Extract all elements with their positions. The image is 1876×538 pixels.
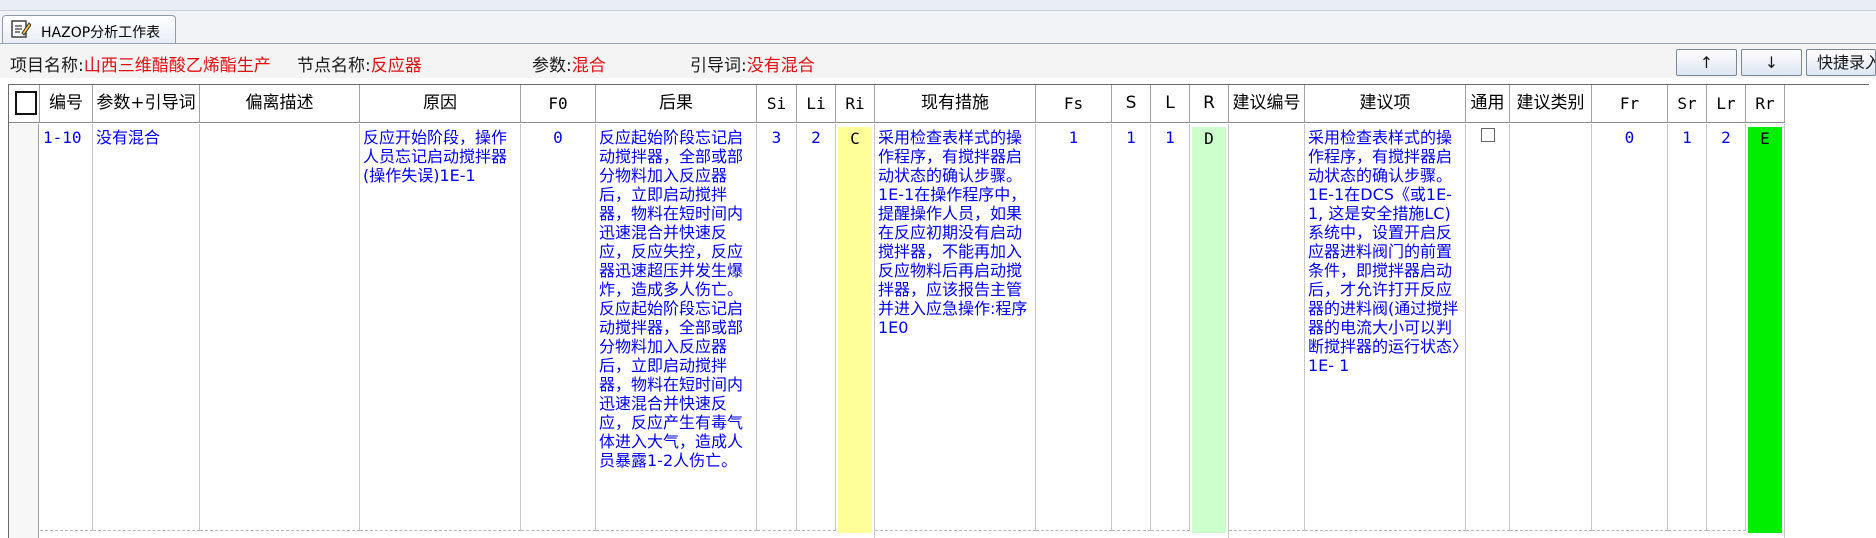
col-header-ri[interactable]: Ri <box>836 85 875 123</box>
move-down-button[interactable]: ↓ <box>1741 49 1802 76</box>
cell-param-guide[interactable]: 没有混合 <box>93 124 200 531</box>
col-header-f0[interactable]: F0 <box>521 85 596 123</box>
cell-deviation[interactable] <box>200 124 360 531</box>
cell-lr[interactable]: 2 <box>1707 124 1746 531</box>
cell-li[interactable]: 2 <box>797 124 836 531</box>
col-header-si[interactable]: Si <box>757 85 797 123</box>
guide-word-label: 引导词: <box>690 56 747 76</box>
common-checkbox[interactable] <box>1481 128 1495 142</box>
parameter-value: 混合 <box>571 56 606 76</box>
cell-id[interactable]: 1-10 <box>40 124 93 531</box>
cell-rec-type[interactable] <box>1510 124 1592 531</box>
cell-fs[interactable]: 1 <box>1036 124 1112 531</box>
cell-sr[interactable]: 1 <box>1668 124 1707 531</box>
col-header-lr[interactable]: Lr <box>1707 85 1746 123</box>
cell-r: D <box>1192 127 1226 533</box>
cell-common[interactable] <box>1466 124 1510 531</box>
project-name-field: 项目名称:山西三维醋酸乙烯酯生产 <box>10 51 282 76</box>
col-header-consequence[interactable]: 后果 <box>596 85 757 123</box>
col-header-common[interactable]: 通用 <box>1466 85 1510 123</box>
cell-rr: E <box>1748 127 1782 533</box>
cell-fr[interactable]: 0 <box>1592 124 1668 531</box>
cell-s[interactable]: 1 <box>1112 124 1151 531</box>
node-info-bar: 项目名称:山西三维醋酸乙烯酯生产 节点名称:反应器 参数:混合 引导词:没有混合… <box>0 44 1876 78</box>
cell-si[interactable]: 3 <box>757 124 797 531</box>
col-header-fs[interactable]: Fs <box>1036 85 1112 123</box>
move-up-button[interactable]: ↑ <box>1676 49 1737 76</box>
col-header-sr[interactable]: Sr <box>1668 85 1707 123</box>
col-header-fr[interactable]: Fr <box>1592 85 1668 123</box>
col-header-rec-type[interactable]: 建议类别 <box>1510 85 1592 123</box>
quick-entry-button[interactable]: 快捷录入 <box>1806 49 1876 76</box>
guide-word-field: 引导词:没有混合 <box>690 51 815 76</box>
cell-measures[interactable]: 采用检查表样式的操作程序，有搅拌器启动状态的确认步骤。1E-1在操作程序中，提醒… <box>875 124 1036 531</box>
col-header-measures[interactable]: 现有措施 <box>875 85 1036 123</box>
cell-recommendation[interactable]: 采用检查表样式的操作程序，有搅拌器启动状态的确认步骤。1E-1在DCS《或1E-… <box>1305 124 1466 531</box>
edit-sheet-icon <box>11 20 31 38</box>
select-all-header[interactable] <box>9 85 40 123</box>
tab-hazop-worksheet[interactable]: HAZOP分析工作表 <box>2 15 176 43</box>
cell-l[interactable]: 1 <box>1151 124 1190 531</box>
project-name-label: 项目名称: <box>10 56 84 76</box>
window-top-border <box>0 0 1876 11</box>
cell-r-wrap[interactable]: D <box>1190 124 1229 538</box>
node-name-label: 节点名称: <box>297 56 371 76</box>
cell-rr-wrap[interactable]: E <box>1746 124 1785 538</box>
col-header-rec-no[interactable]: 建议编号 <box>1229 85 1305 123</box>
col-header-li[interactable]: Li <box>797 85 836 123</box>
node-name-value: 反应器 <box>370 56 422 76</box>
parameter-label: 参数: <box>532 56 572 76</box>
node-name-field: 节点名称:反应器 <box>297 51 422 76</box>
document-tab-bar: HAZOP分析工作表 <box>0 11 1876 44</box>
cell-rec-no[interactable] <box>1229 124 1305 531</box>
col-header-rr[interactable]: Rr <box>1746 85 1785 123</box>
tab-label: HAZOP分析工作表 <box>41 25 161 41</box>
col-header-deviation[interactable]: 偏离描述 <box>200 85 360 123</box>
col-header-id[interactable]: 编号 <box>40 85 93 123</box>
col-header-param-guide[interactable]: 参数+引导词 <box>93 85 200 123</box>
col-header-s[interactable]: S <box>1112 85 1151 123</box>
cell-cause[interactable]: 反应开始阶段，操作人员忘记启动搅拌器(操作失误)1E-1 <box>360 124 521 531</box>
project-name-value: 山西三维醋酸乙烯酯生产 <box>83 56 271 76</box>
cell-ri-wrap[interactable]: C <box>836 124 875 538</box>
guide-word-value: 没有混合 <box>746 56 815 76</box>
select-all-box[interactable] <box>15 91 37 115</box>
parameter-field: 参数:混合 <box>532 51 606 76</box>
hazop-grid: 编号 参数+引导词 偏离描述 原因 F0 后果 Si Li Ri 现有措施 Fs… <box>8 84 1869 538</box>
col-header-r[interactable]: R <box>1190 85 1229 123</box>
cell-consequence[interactable]: 反应起始阶段忘记启动搅拌器，全部或部分物料加入反应器后，立即启动搅拌器，物料在短… <box>596 124 757 531</box>
cell-f0[interactable]: 0 <box>521 124 596 531</box>
col-header-l[interactable]: L <box>1151 85 1190 123</box>
col-header-recommendation[interactable]: 建议项 <box>1305 85 1466 123</box>
row-selector[interactable] <box>9 124 39 538</box>
col-header-cause[interactable]: 原因 <box>360 85 521 123</box>
cell-ri: C <box>838 127 872 533</box>
